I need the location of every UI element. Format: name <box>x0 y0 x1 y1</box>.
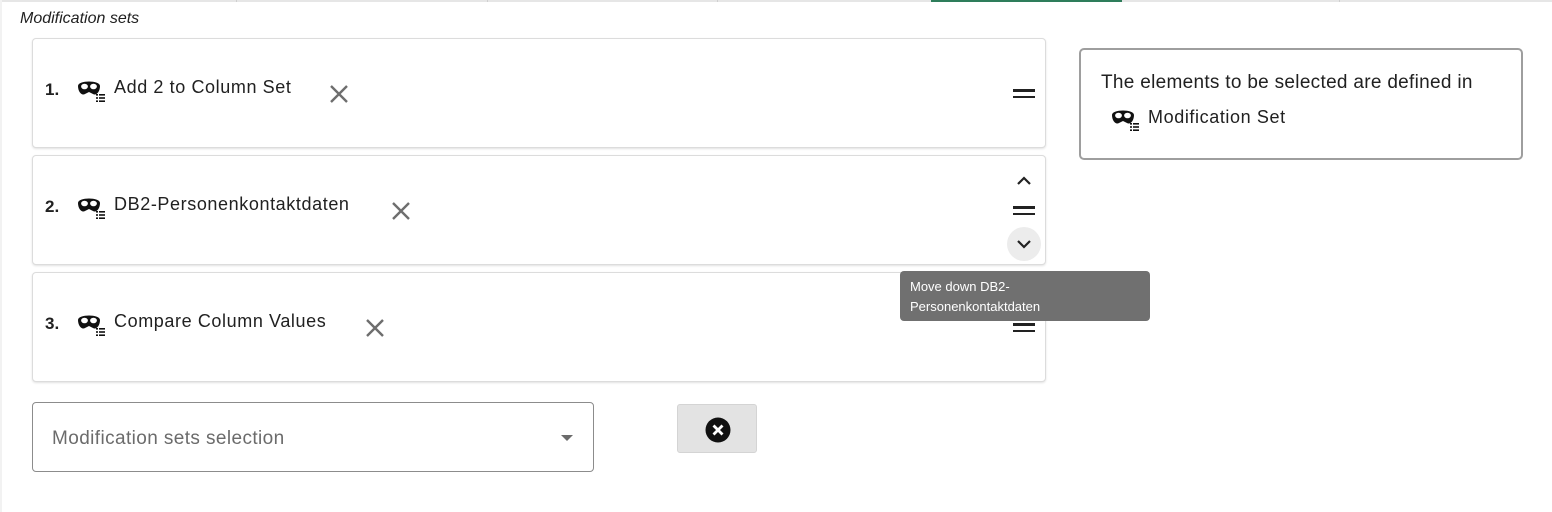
close-icon[interactable] <box>391 201 411 221</box>
tab-divider <box>717 0 718 2</box>
chevron-up-icon[interactable] <box>1016 173 1032 191</box>
modification-set-item[interactable]: 1. Add 2 to Column Set <box>32 38 1046 148</box>
tooltip: Move down DB2- Personenkontaktdaten <box>900 271 1150 321</box>
tab-divider <box>236 0 237 2</box>
panel-left-border <box>0 0 2 512</box>
top-tab-strip <box>0 0 1552 2</box>
modification-set-mask-icon <box>1111 108 1139 137</box>
close-icon[interactable] <box>329 84 349 104</box>
modification-set-item[interactable]: 2. DB2-Personenkontaktdaten <box>32 155 1046 265</box>
clear-circle-icon <box>705 417 731 443</box>
modification-set-item[interactable]: 3. Compare Column Values <box>32 272 1046 382</box>
tooltip-line: Personenkontaktdaten <box>910 299 1041 314</box>
item-index: 1. <box>45 80 60 99</box>
modification-set-mask-icon <box>77 196 105 225</box>
tab-divider <box>487 0 488 2</box>
info-box: The elements to be selected are defined … <box>1079 48 1523 160</box>
drag-handle-icon[interactable] <box>1013 323 1035 335</box>
info-text: The elements to be selected are defined … <box>1101 72 1473 93</box>
drag-handle-icon[interactable] <box>1013 89 1035 101</box>
modification-sets-select[interactable]: Modification sets selection <box>32 402 594 472</box>
close-icon[interactable] <box>365 318 385 338</box>
tooltip-line: Move down DB2- <box>910 279 1010 294</box>
caret-down-icon <box>561 435 573 441</box>
chevron-down-icon[interactable] <box>1006 226 1042 267</box>
modification-set-mask-icon <box>77 313 105 342</box>
modification-set-label: Compare Column Values <box>114 311 327 331</box>
drag-handle-icon[interactable] <box>1013 206 1035 218</box>
item-index: 2. <box>45 197 60 216</box>
info-set-name: Modification Set <box>1148 107 1286 127</box>
active-tab-indicator <box>931 0 1122 2</box>
tab-divider <box>1339 0 1340 2</box>
section-title: Modification sets <box>20 10 140 27</box>
modification-set-label: Add 2 to Column Set <box>114 77 292 97</box>
select-placeholder: Modification sets selection <box>52 428 285 449</box>
clear-selection-button[interactable] <box>677 404 757 453</box>
item-index: 3. <box>45 314 60 333</box>
modification-set-label: DB2-Personenkontaktdaten <box>114 194 350 214</box>
modification-set-mask-icon <box>77 79 105 108</box>
